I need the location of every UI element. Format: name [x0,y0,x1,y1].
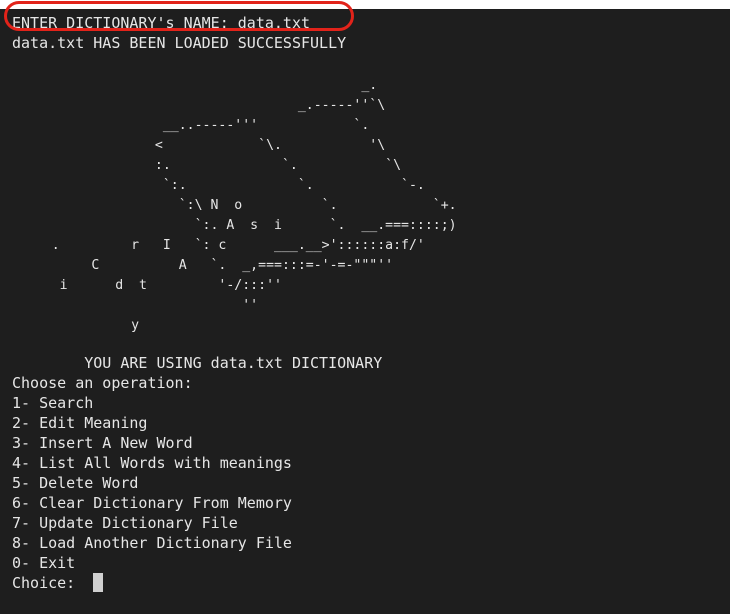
menu-item-edit-meaning: 2- Edit Meaning [12,414,148,432]
menu-item-list-words: 4- List All Words with meanings [12,454,292,472]
menu-item-delete-word: 5- Delete Word [12,474,139,492]
text-cursor[interactable] [93,573,104,592]
menu-title: Choose an operation: [12,374,193,392]
choice-prompt: Choice: [12,574,85,592]
menu-item-exit: 0- Exit [12,554,76,572]
menu-item-insert-word: 3- Insert A New Word [12,434,193,452]
menu-item-search: 1- Search [12,394,94,412]
current-dictionary-line: YOU ARE USING data.txt DICTIONARY [12,354,383,372]
menu-item-update-file: 7- Update Dictionary File [12,514,238,532]
loaded-status-line: data.txt HAS BEEN LOADED SUCCESSFULLY [12,34,347,52]
window-top-strip [0,0,730,9]
name-prompt-line: ENTER DICTIONARY's NAME: data.txt [12,14,311,32]
menu-item-clear-dictionary: 6- Clear Dictionary From Memory [12,494,292,512]
terminal-window[interactable]: ENTER DICTIONARY's NAME: data.txt data.t… [0,9,730,614]
menu-item-load-file: 8- Load Another Dictionary File [12,534,292,552]
ascii-art-banner: _. _.-----''`\ __..-----''' `. < `\. '\ … [51,78,457,333]
choice-input-line[interactable]: Choice: [12,573,104,593]
